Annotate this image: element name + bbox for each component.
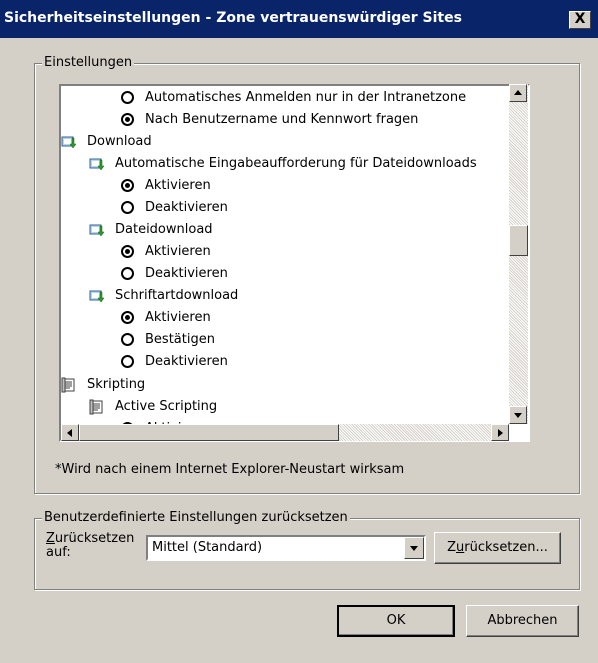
scroll-down-button[interactable]	[509, 406, 527, 424]
arrow-right-icon	[498, 429, 503, 437]
item-label: Aktivieren	[145, 178, 211, 193]
radio-unchecked-icon[interactable]	[121, 355, 134, 368]
radio-unchecked-icon[interactable]	[121, 91, 134, 104]
item-label: Aktivieren	[145, 310, 211, 325]
arrow-down-icon	[514, 413, 522, 418]
script-icon	[89, 399, 105, 415]
item-label: Automatisches Anmelden nur in der Intran…	[145, 90, 467, 105]
script-icon	[61, 377, 77, 393]
vertical-scrollbar[interactable]	[509, 84, 528, 424]
reset-to-label-accesskey: Z	[46, 531, 55, 546]
radio-unchecked-icon[interactable]	[121, 201, 134, 214]
item-label: Deaktivieren	[145, 266, 228, 281]
dropdown-button[interactable]	[404, 537, 424, 559]
item-label: Aktivieren	[145, 244, 211, 259]
restart-note: *Wird nach einem Internet Explorer-Neust…	[55, 462, 405, 477]
radio-checked-icon[interactable]	[121, 311, 134, 324]
download-icon	[89, 288, 105, 304]
item-label: Schriftartdownload	[115, 288, 239, 303]
radio-checked-icon[interactable]	[121, 245, 134, 258]
ok-button-label: OK	[386, 613, 406, 628]
window-title: Sicherheitseinstellungen - Zone vertraue…	[4, 10, 462, 26]
item-label: Automatische Eingabeaufforderung für Dat…	[115, 156, 477, 171]
reset-button-rest: rücksetzen...	[464, 540, 548, 555]
reset-to-label-line2: auf:	[46, 545, 71, 560]
item-label: Deaktivieren	[145, 200, 228, 215]
radio-checked-icon[interactable]	[121, 113, 134, 126]
cancel-button-label: Abbrechen	[487, 613, 558, 628]
reset-group-legend: Benutzerdefinierte Einstellungen zurücks…	[42, 510, 350, 525]
download-icon	[89, 222, 105, 238]
reset-level-select[interactable]: Mittel (Standard)	[146, 535, 426, 561]
item-label: Dateidownload	[115, 222, 213, 237]
horizontal-scrollbar[interactable]	[61, 424, 509, 441]
reset-level-value: Mittel (Standard)	[152, 540, 263, 555]
settings-group-legend: Einstellungen	[42, 55, 135, 70]
settings-list[interactable]: Automatisches Anmelden nur in der Intran…	[59, 84, 530, 442]
reset-to-label-rest: urücksetzen	[54, 531, 135, 546]
arrow-left-icon	[67, 429, 72, 437]
arrow-up-icon	[514, 90, 522, 95]
item-label: Active Scripting	[115, 399, 218, 414]
scroll-thumb-horizontal[interactable]	[79, 424, 339, 441]
download-icon	[61, 134, 77, 150]
radio-checked-icon[interactable]	[121, 179, 134, 192]
radio-unchecked-icon[interactable]	[121, 267, 134, 280]
scroll-left-button[interactable]	[61, 424, 79, 441]
item-label: Download	[87, 134, 152, 149]
chevron-down-icon	[410, 546, 418, 551]
close-icon: X	[574, 11, 586, 27]
scroll-thumb[interactable]	[509, 225, 528, 256]
close-button[interactable]: X	[569, 11, 591, 29]
download-icon	[89, 156, 105, 172]
item-label: Nach Benutzername und Kennwort fragen	[145, 112, 419, 127]
title-bar[interactable]: Sicherheitseinstellungen - Zone vertraue…	[0, 0, 598, 38]
scroll-up-button[interactable]	[509, 84, 527, 102]
reset-button-prefix: Z	[447, 540, 457, 555]
reset-button[interactable]: Zurücksetzen...	[434, 532, 561, 564]
radio-unchecked-icon[interactable]	[121, 333, 134, 346]
ok-button[interactable]: OK	[337, 605, 455, 637]
reset-to-label: Zurücksetzen auf:	[46, 532, 134, 560]
item-label: Skripting	[87, 377, 146, 392]
item-label: Deaktivieren	[145, 354, 228, 369]
item-label: Bestätigen	[145, 332, 215, 347]
cancel-button[interactable]: Abbrechen	[466, 605, 579, 637]
scroll-right-button[interactable]	[491, 424, 509, 441]
